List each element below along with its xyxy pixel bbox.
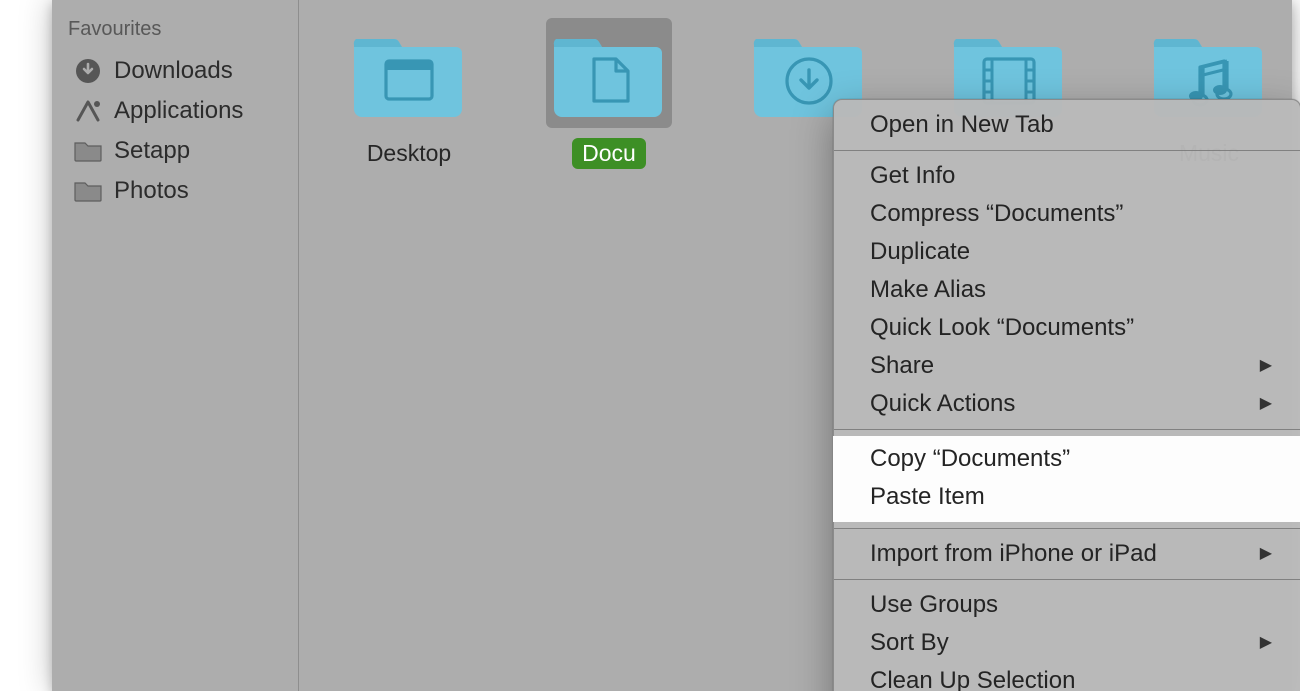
menu-item-quick-actions[interactable]: Quick Actions ▶ xyxy=(834,385,1300,423)
submenu-arrow-icon: ▶ xyxy=(1260,349,1272,383)
menu-item-use-groups[interactable]: Use Groups xyxy=(834,586,1300,624)
submenu-arrow-icon: ▶ xyxy=(1260,537,1272,571)
menu-group-highlighted: Copy “Documents” Paste Item xyxy=(833,436,1300,522)
menu-group: Use Groups Sort By ▶ Clean Up Selection S… xyxy=(834,586,1300,691)
menu-item-share[interactable]: Share ▶ xyxy=(834,347,1300,385)
sidebar-item-setapp[interactable]: Setapp xyxy=(52,131,298,171)
sidebar-item-applications[interactable]: Applications xyxy=(52,91,298,131)
menu-group: Import from iPhone or iPad ▶ xyxy=(834,535,1300,573)
sidebar-item-photos[interactable]: Photos xyxy=(52,171,298,211)
sidebar-item-downloads[interactable]: Downloads xyxy=(52,51,298,91)
menu-separator xyxy=(834,429,1300,430)
menu-item-label: Open in New Tab xyxy=(870,108,1054,142)
folder-desktop[interactable]: Desktop xyxy=(349,18,469,169)
folder-icon xyxy=(74,138,102,164)
menu-item-label: Use Groups xyxy=(870,588,998,622)
menu-item-label: Get Info xyxy=(870,159,955,193)
menu-item-label: Quick Look “Documents” xyxy=(870,311,1134,345)
menu-item-copy[interactable]: Copy “Documents” xyxy=(833,440,1300,478)
download-circle-icon xyxy=(74,58,102,84)
documents-folder-icon xyxy=(546,18,672,128)
menu-item-label: Duplicate xyxy=(870,235,970,269)
folder-label: Docu xyxy=(572,138,646,169)
sidebar-item-label: Downloads xyxy=(114,57,233,85)
sidebar-item-label: Photos xyxy=(114,177,189,205)
folder-documents[interactable]: Docu xyxy=(549,18,669,169)
folder-label: Desktop xyxy=(357,138,461,169)
menu-item-get-info[interactable]: Get Info xyxy=(834,157,1300,195)
menu-item-duplicate[interactable]: Duplicate xyxy=(834,233,1300,271)
menu-separator xyxy=(834,150,1300,151)
sidebar: Favourites Downloads Applications xyxy=(52,0,299,691)
menu-item-open-new-tab[interactable]: Open in New Tab xyxy=(834,106,1300,144)
sidebar-header-favourites: Favourites xyxy=(52,12,298,51)
menu-item-label: Make Alias xyxy=(870,273,986,307)
menu-item-sort-by[interactable]: Sort By ▶ xyxy=(834,624,1300,662)
menu-item-clean-up-selection[interactable]: Clean Up Selection xyxy=(834,662,1300,691)
menu-item-quick-look[interactable]: Quick Look “Documents” xyxy=(834,309,1300,347)
sidebar-item-label: Setapp xyxy=(114,137,190,165)
folder-icon xyxy=(74,178,102,204)
menu-item-paste[interactable]: Paste Item xyxy=(833,478,1300,516)
submenu-arrow-icon: ▶ xyxy=(1260,387,1272,421)
context-menu: Open in New Tab Get Info Compress “Docum… xyxy=(833,99,1300,691)
submenu-arrow-icon: ▶ xyxy=(1260,626,1272,660)
menu-item-label: Sort By xyxy=(870,626,949,660)
desktop-folder-icon xyxy=(346,18,472,128)
menu-item-label: Quick Actions xyxy=(870,387,1015,421)
menu-separator xyxy=(834,579,1300,580)
menu-separator xyxy=(834,528,1300,529)
menu-item-label: Import from iPhone or iPad xyxy=(870,537,1157,571)
menu-item-make-alias[interactable]: Make Alias xyxy=(834,271,1300,309)
finder-window: Favourites Downloads Applications xyxy=(52,0,1292,691)
applications-icon xyxy=(74,98,102,124)
menu-item-label: Compress “Documents” xyxy=(870,197,1123,231)
menu-item-import-iphone-ipad[interactable]: Import from iPhone or iPad ▶ xyxy=(834,535,1300,573)
menu-item-label: Share xyxy=(870,349,934,383)
main-content: Desktop Docu xyxy=(299,0,1292,691)
menu-group: Get Info Compress “Documents” Duplicate … xyxy=(834,157,1300,423)
menu-item-label: Copy “Documents” xyxy=(870,442,1070,476)
sidebar-item-label: Applications xyxy=(114,97,243,125)
menu-item-label: Clean Up Selection xyxy=(870,664,1075,691)
menu-item-label: Paste Item xyxy=(870,480,985,514)
menu-item-compress[interactable]: Compress “Documents” xyxy=(834,195,1300,233)
menu-group: Open in New Tab xyxy=(834,106,1300,144)
